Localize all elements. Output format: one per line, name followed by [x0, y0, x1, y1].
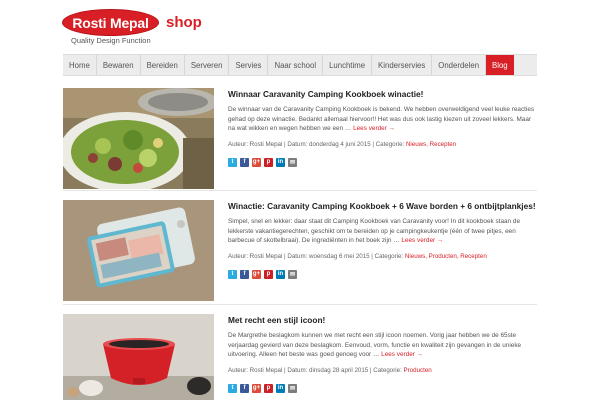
category-links[interactable]: Nieuws, Producten, Recepten — [405, 253, 487, 260]
blog-post: Winnaar Caravanity Camping Kookboek wina… — [63, 88, 537, 189]
nav-item-serveren[interactable]: Serveren — [185, 55, 230, 75]
logo-text: Rosti Mepal — [72, 14, 149, 31]
nav-item-kinderservies[interactable]: Kinderservies — [372, 55, 433, 75]
googleplus-icon[interactable]: g+ — [252, 383, 261, 393]
facebook-icon[interactable]: f — [240, 383, 249, 393]
site-header: Rosti Mepal shop Quality Design Function — [0, 0, 600, 50]
pinterest-icon[interactable]: p — [264, 269, 273, 279]
post-title[interactable]: Winactie: Caravanity Camping Kookboek + … — [228, 201, 537, 211]
linkedin-icon[interactable]: in — [276, 157, 285, 167]
excerpt-text: De Margrethe beslagkom kunnen we met rec… — [228, 332, 522, 359]
pinterest-icon[interactable]: p — [264, 383, 273, 393]
post-title[interactable]: Met recht een stijl icoon! — [228, 315, 537, 325]
nav-item-home[interactable]: Home — [63, 55, 97, 75]
excerpt-text: Simpel, snel en lekker: daar staat dit C… — [228, 218, 521, 245]
email-icon[interactable]: ✉ — [288, 383, 297, 393]
meta-text: Auteur: Rosti Mepal | Datum: woensdag 6 … — [228, 252, 405, 260]
linkedin-icon[interactable]: in — [276, 383, 285, 393]
nav-item-bewaren[interactable]: Bewaren — [97, 55, 141, 75]
nav-item-servies[interactable]: Servies — [229, 55, 269, 75]
post-divider — [63, 304, 537, 305]
tagline: Quality Design Function — [71, 36, 151, 45]
share-buttons: t f g+ p in ✉ — [228, 383, 537, 393]
read-more-link[interactable]: Lees verder → — [401, 237, 443, 244]
pinterest-icon[interactable]: p — [264, 157, 273, 167]
googleplus-icon[interactable]: g+ — [252, 157, 261, 167]
meta-text: Auteur: Rosti Mepal | Datum: donderdag 4… — [228, 140, 406, 148]
email-icon[interactable]: ✉ — [288, 157, 297, 167]
post-divider — [63, 190, 537, 191]
rosti-mepal-logo[interactable]: Rosti Mepal — [62, 9, 159, 36]
post-meta: Auteur: Rosti Mepal | Datum: donderdag 4… — [228, 141, 537, 148]
post-thumbnail-cookbook[interactable] — [63, 200, 214, 301]
shop-label[interactable]: shop — [166, 14, 202, 31]
post-title[interactable]: Winnaar Caravanity Camping Kookboek wina… — [228, 89, 537, 99]
twitter-icon[interactable]: t — [228, 269, 237, 279]
category-links[interactable]: Producten — [404, 367, 432, 374]
facebook-icon[interactable]: f — [240, 269, 249, 279]
nav-item-lunchtime[interactable]: Lunchtime — [323, 55, 373, 75]
nav-item-naar-school[interactable]: Naar school — [268, 55, 324, 75]
post-excerpt: De Margrethe beslagkom kunnen we met rec… — [228, 331, 537, 360]
meta-text: Auteur: Rosti Mepal | Datum: dinsdag 28 … — [228, 366, 404, 374]
category-links[interactable]: Nieuws, Recepten — [406, 141, 456, 148]
share-buttons: t f g+ p in ✉ — [228, 157, 537, 167]
main-navigation: Home Bewaren Bereiden Serveren Servies N… — [63, 54, 537, 76]
read-more-link[interactable]: Lees verder → — [381, 351, 423, 358]
post-thumbnail-bowl[interactable] — [63, 314, 214, 400]
facebook-icon[interactable]: f — [240, 157, 249, 167]
linkedin-icon[interactable]: in — [276, 269, 285, 279]
nav-item-bereiden[interactable]: Bereiden — [141, 55, 185, 75]
read-more-link[interactable]: Lees verder → — [353, 125, 395, 132]
post-thumbnail-salad[interactable] — [63, 88, 214, 189]
email-icon[interactable]: ✉ — [288, 269, 297, 279]
twitter-icon[interactable]: t — [228, 383, 237, 393]
nav-item-onderdelen[interactable]: Onderdelen — [432, 55, 487, 75]
twitter-icon[interactable]: t — [228, 157, 237, 167]
blog-post: Met recht een stijl icoon! De Margrethe … — [63, 314, 537, 400]
blog-post: Winactie: Caravanity Camping Kookboek + … — [63, 200, 537, 301]
share-buttons: t f g+ p in ✉ — [228, 269, 537, 279]
nav-item-blog[interactable]: Blog — [486, 55, 514, 75]
post-excerpt: De winnaar van de Caravanity Camping Koo… — [228, 105, 537, 134]
post-excerpt: Simpel, snel en lekker: daar staat dit C… — [228, 217, 537, 246]
post-meta: Auteur: Rosti Mepal | Datum: dinsdag 28 … — [228, 367, 537, 374]
googleplus-icon[interactable]: g+ — [252, 269, 261, 279]
post-meta: Auteur: Rosti Mepal | Datum: woensdag 6 … — [228, 253, 537, 260]
